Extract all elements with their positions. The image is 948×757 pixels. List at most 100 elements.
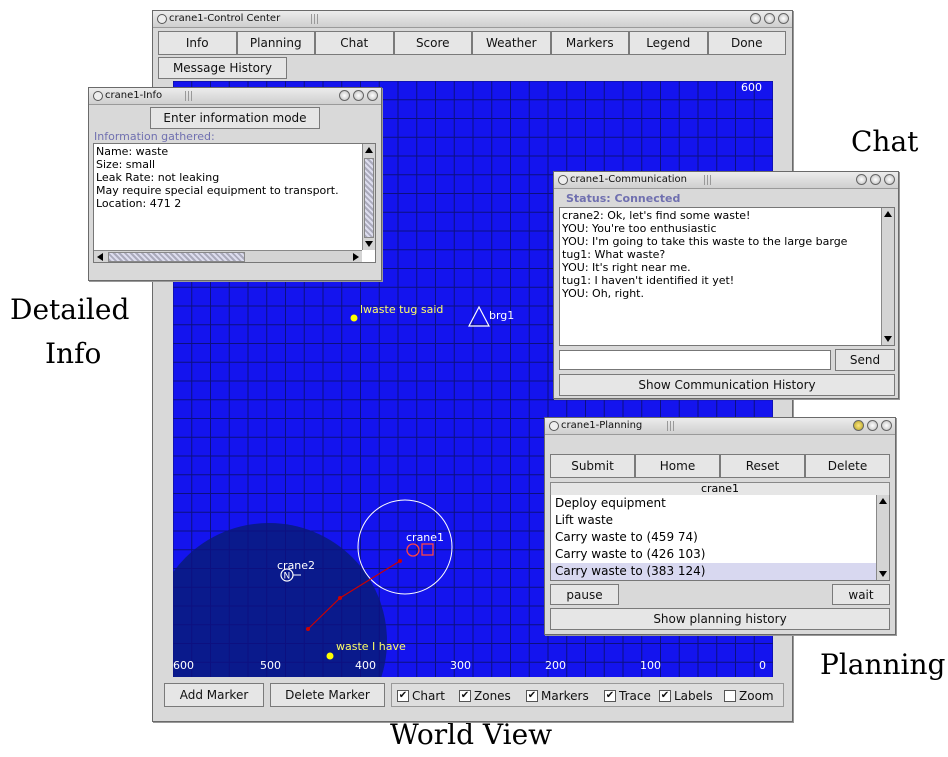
trace-point	[306, 627, 310, 631]
close-icon[interactable]	[367, 90, 378, 101]
plan-title: crane1-Planning	[561, 420, 643, 431]
minimize-icon[interactable]	[339, 90, 350, 101]
minimize-icon[interactable]	[853, 420, 864, 431]
close-icon[interactable]	[778, 13, 789, 24]
crane2-marker-letter: N	[284, 572, 291, 582]
plan-item[interactable]: Carry waste to (459 74)	[551, 529, 876, 546]
close-icon[interactable]	[881, 420, 892, 431]
plan-list[interactable]: Deploy equipment Lift waste Carry waste to…	[550, 495, 890, 581]
info-text-area[interactable]: Name: waste Size: small Leak Rate: not lea…	[93, 143, 376, 263]
minimize-icon[interactable]	[856, 174, 867, 185]
delete-button[interactable]: Delete	[805, 454, 890, 478]
menu-button-planning[interactable]: Planning	[236, 31, 315, 55]
checkbox-checked-icon[interactable]: ✔	[526, 690, 538, 702]
pause-button[interactable]: pause	[550, 584, 619, 605]
titlebar-grip	[311, 14, 319, 24]
chat-message: tug1: I haven't identified it yet!	[562, 274, 735, 287]
scroll-thumb[interactable]	[364, 158, 374, 238]
control-titlebar[interactable]: crane1-Control Center	[153, 11, 792, 28]
waste-tug-label: lwaste tug said	[360, 303, 443, 316]
add-marker-button[interactable]: Add Marker	[164, 683, 264, 707]
enter-information-mode-button[interactable]: Enter information mode	[150, 107, 320, 129]
caption-info: Info	[45, 337, 102, 370]
maximize-icon[interactable]	[353, 90, 364, 101]
scroll-down-icon[interactable]	[884, 336, 892, 342]
info-lines: Name: waste Size: small Leak Rate: not lea…	[96, 145, 360, 210]
control-title: crane1-Control Center	[169, 13, 281, 24]
window-menu-icon[interactable]	[558, 175, 568, 185]
titlebar-grip	[704, 175, 712, 185]
delete-marker-button[interactable]: Delete Marker	[270, 683, 385, 707]
checkbox-zones[interactable]: ✔ Zones	[459, 689, 511, 703]
menu-button-weather[interactable]: Weather	[472, 31, 551, 55]
crane1-label: crane1	[406, 531, 444, 544]
home-button[interactable]: Home	[635, 454, 720, 478]
maximize-icon[interactable]	[764, 13, 775, 24]
chat-input[interactable]	[559, 350, 831, 370]
reset-button[interactable]: Reset	[720, 454, 805, 478]
chat-log[interactable]: crane2: Ok, let's find some waste! YOU: Y…	[559, 207, 895, 346]
titlebar-grip	[185, 91, 193, 101]
checkbox-label: Chart	[412, 689, 445, 703]
scroll-left-icon[interactable]	[97, 253, 103, 261]
checkbox-chart[interactable]: ✔ Chart	[397, 689, 445, 703]
comm-titlebar[interactable]: crane1-Communication	[554, 172, 898, 189]
x-tick-label: 500	[260, 659, 281, 672]
scroll-right-icon[interactable]	[353, 253, 359, 261]
checkbox-label: Zoom	[739, 689, 774, 703]
menu-button-info[interactable]: Info	[158, 31, 237, 55]
maximize-icon[interactable]	[867, 420, 878, 431]
checkbox-checked-icon[interactable]: ✔	[659, 690, 671, 702]
trace-point	[338, 596, 342, 600]
checkbox-markers[interactable]: ✔ Markers	[526, 689, 589, 703]
scroll-down-icon[interactable]	[879, 571, 887, 577]
menu-button-done[interactable]: Done	[707, 31, 786, 55]
plan-item[interactable]: Deploy equipment	[551, 495, 876, 512]
window-menu-icon[interactable]	[157, 14, 167, 24]
scroll-down-icon[interactable]	[365, 241, 373, 247]
info-horizontal-scrollbar[interactable]	[94, 250, 362, 262]
maximize-icon[interactable]	[870, 174, 881, 185]
menu-button-legend[interactable]: Legend	[629, 31, 708, 55]
submit-button[interactable]: Submit	[550, 454, 635, 478]
scroll-up-icon[interactable]	[879, 498, 887, 504]
waste-tug-marker	[350, 314, 358, 322]
checkbox-zoom[interactable]: Zoom	[724, 689, 774, 703]
checkbox-checked-icon[interactable]: ✔	[604, 690, 616, 702]
plan-vertical-scrollbar[interactable]	[876, 495, 889, 580]
plan-titlebar[interactable]: crane1-Planning	[545, 418, 895, 435]
send-button[interactable]: Send	[835, 349, 895, 371]
checkbox-checked-icon[interactable]: ✔	[397, 690, 409, 702]
minimize-icon[interactable]	[750, 13, 761, 24]
checkbox-trace[interactable]: ✔ Trace	[604, 689, 651, 703]
planning-window: crane1-Planning Submit Home Reset Delete cr…	[544, 417, 896, 635]
checkbox-labels[interactable]: ✔ Labels	[659, 689, 713, 703]
show-communication-history-button[interactable]: Show Communication History	[559, 374, 895, 396]
info-titlebar[interactable]: crane1-Info	[89, 88, 381, 105]
scroll-thumb[interactable]	[108, 252, 245, 262]
checkbox-label: Trace	[619, 689, 651, 703]
menu-button-chat[interactable]: Chat	[315, 31, 394, 55]
checkbox-checked-icon[interactable]: ✔	[459, 690, 471, 702]
window-menu-icon[interactable]	[93, 91, 103, 101]
menu-button-markers[interactable]: Markers	[550, 31, 629, 55]
message-history-button[interactable]: Message History	[158, 57, 287, 79]
plan-item[interactable]: Carry waste to (426 103)	[551, 546, 876, 563]
info-line: Size: small	[96, 158, 156, 171]
wait-button[interactable]: wait	[832, 584, 890, 605]
plan-item[interactable]: Carry waste to (383 124)	[551, 563, 876, 580]
scroll-up-icon[interactable]	[365, 147, 373, 153]
info-vertical-scrollbar[interactable]	[362, 144, 375, 250]
chat-vertical-scrollbar[interactable]	[881, 208, 894, 345]
x-tick-label: 300	[450, 659, 471, 672]
checkbox-label: Zones	[474, 689, 511, 703]
close-icon[interactable]	[884, 174, 895, 185]
scroll-up-icon[interactable]	[884, 211, 892, 217]
plan-item[interactable]: Lift waste	[551, 512, 876, 529]
checkbox-unchecked-icon[interactable]	[724, 690, 736, 702]
info-window: crane1-Info Enter information mode Infor…	[88, 87, 382, 281]
caption-planning: Planning	[820, 648, 946, 681]
window-menu-icon[interactable]	[549, 421, 559, 431]
show-planning-history-button[interactable]: Show planning history	[550, 608, 890, 630]
menu-button-score[interactable]: Score	[393, 31, 472, 55]
